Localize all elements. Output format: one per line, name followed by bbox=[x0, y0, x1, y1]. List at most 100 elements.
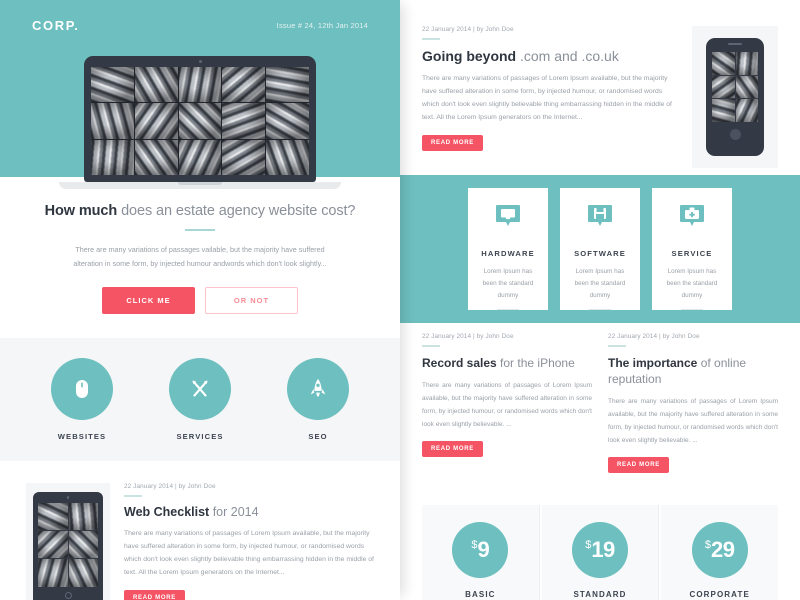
article-title-rest: for 2014 bbox=[209, 504, 259, 519]
article-title: Web Checklist for 2014 bbox=[124, 505, 374, 519]
article-meta: 22 January 2014 | by John Doe bbox=[124, 483, 216, 491]
medical-case-icon bbox=[679, 204, 705, 235]
price-amount: 19 bbox=[591, 537, 615, 562]
tablet-camera-icon bbox=[66, 496, 70, 499]
pitch-heading: How much does an estate agency website c… bbox=[30, 203, 370, 219]
read-more-button[interactable]: READ MORE bbox=[422, 134, 483, 151]
feature-card-service[interactable]: SERVICE Lorem Ipsum has been the standar… bbox=[652, 188, 732, 311]
article-meta: 22 January 2014 | by John Doe bbox=[422, 333, 514, 340]
top-article: 22 January 2014 | by John Doe Going beyo… bbox=[400, 0, 800, 168]
service-item-services[interactable]: SERVICES bbox=[154, 358, 246, 441]
feature-cards-section: HARDWARE Lorem Ipsum has been the standa… bbox=[400, 175, 800, 323]
card-text: Lorem Ipsum has been the standard dummy bbox=[482, 268, 534, 299]
feature-card-software[interactable]: SOFTWARE Lorem Ipsum has been the standa… bbox=[560, 188, 640, 311]
divider bbox=[124, 495, 142, 497]
pricing-section: $9 BASIC unlimited days $19 STANDARD unl… bbox=[400, 505, 800, 600]
article-title: Record sales for the iPhone bbox=[422, 355, 592, 371]
monitor-icon bbox=[495, 204, 521, 235]
phone-home-button-icon bbox=[729, 129, 741, 140]
click-me-button[interactable]: CLICK ME bbox=[102, 287, 195, 315]
service-label: SEO bbox=[308, 432, 328, 442]
pitch-heading-bold: How much bbox=[44, 203, 118, 219]
card-title: SOFTWARE bbox=[574, 249, 626, 258]
article-body: There are many variations of passages of… bbox=[422, 381, 592, 428]
laptop-screen-gallery bbox=[91, 67, 309, 175]
article-online-reputation: 22 January 2014 | by John Doe The import… bbox=[608, 333, 778, 473]
service-item-seo[interactable]: SEO bbox=[272, 358, 364, 441]
article-title-bold: The importance bbox=[608, 355, 698, 370]
price-badge: $29 bbox=[691, 522, 748, 578]
divider bbox=[422, 38, 440, 40]
hero-header: CORP. Issue # 24, 12th Jan 2014 bbox=[0, 0, 400, 33]
divider bbox=[497, 308, 519, 311]
floppy-disk-icon bbox=[587, 204, 613, 235]
plan-name: STANDARD bbox=[573, 590, 627, 599]
pricing-card-basic[interactable]: $9 BASIC unlimited days bbox=[422, 505, 540, 600]
pricing-card-corporate[interactable]: $29 CORPORATE unlimited days bbox=[661, 505, 779, 600]
phone-mockup bbox=[692, 26, 778, 168]
article-meta: 22 January 2014 | by John Doe bbox=[608, 333, 700, 340]
card-title: SERVICE bbox=[671, 249, 713, 258]
tablet-screen-gallery bbox=[38, 502, 98, 587]
divider bbox=[681, 308, 703, 311]
article-title-bold: Record sales bbox=[422, 355, 497, 370]
article-meta: 22 January 2014 | by John Doe bbox=[422, 26, 514, 33]
card-text: Lorem Ipsum has been the standard dummy bbox=[666, 268, 718, 299]
tools-icon bbox=[169, 358, 231, 421]
rocket-icon bbox=[287, 358, 349, 421]
pitch-section: How much does an estate agency website c… bbox=[0, 177, 400, 315]
divider bbox=[185, 229, 215, 231]
service-label: SERVICES bbox=[176, 432, 224, 442]
pitch-button-row: CLICK ME OR NOT bbox=[30, 287, 370, 315]
laptop-camera-icon bbox=[198, 60, 202, 63]
article-body: There are many variations of passages of… bbox=[422, 74, 672, 122]
read-more-button[interactable]: READ MORE bbox=[422, 440, 483, 457]
article-title: Going beyond .com and .co.uk bbox=[422, 48, 678, 64]
laptop-base bbox=[59, 182, 341, 189]
card-text: Lorem Ipsum has been the standard dummy bbox=[574, 268, 626, 299]
featured-article: 22 January 2014 | by John Doe Web Checkl… bbox=[0, 461, 400, 600]
pricing-card-standard[interactable]: $19 STANDARD unlimited days bbox=[541, 505, 660, 600]
laptop-lid bbox=[84, 56, 316, 182]
article-record-sales: 22 January 2014 | by John Doe Record sal… bbox=[422, 333, 592, 473]
feature-cards-row: HARDWARE Lorem Ipsum has been the standa… bbox=[400, 175, 800, 311]
service-item-websites[interactable]: WEBSITES bbox=[36, 358, 128, 441]
articles-grid: 22 January 2014 | by John Doe Record sal… bbox=[400, 333, 800, 473]
article-title-bold: Going beyond bbox=[422, 47, 517, 64]
plan-name: CORPORATE bbox=[689, 590, 750, 599]
price-amount: 9 bbox=[477, 537, 490, 562]
issue-label: Issue # 24, 12th Jan 2014 bbox=[276, 21, 368, 30]
divider bbox=[422, 345, 440, 347]
read-more-button[interactable]: READ MORE bbox=[608, 456, 669, 473]
article-title-rest: for the iPhone bbox=[496, 355, 575, 370]
price-badge: $9 bbox=[452, 522, 509, 578]
read-more-button[interactable]: READ MORE bbox=[124, 589, 185, 600]
price-badge: $19 bbox=[572, 522, 628, 578]
phone-screen-gallery bbox=[712, 52, 758, 122]
newsletter-template: CORP. Issue # 24, 12th Jan 2014 How much… bbox=[0, 0, 800, 600]
article-title: The importance of online reputation bbox=[608, 355, 778, 387]
right-column: 22 January 2014 | by John Doe Going beyo… bbox=[400, 0, 800, 600]
article-title-bold: Web Checklist bbox=[124, 504, 210, 519]
divider bbox=[589, 308, 611, 311]
feature-card-hardware[interactable]: HARDWARE Lorem Ipsum has been the standa… bbox=[468, 188, 548, 311]
plan-name: BASIC bbox=[465, 590, 496, 599]
card-title: HARDWARE bbox=[481, 249, 535, 258]
article-title-rest: .com and .co.uk bbox=[516, 47, 619, 64]
pitch-heading-rest: does an estate agency website cost? bbox=[117, 203, 356, 219]
tablet-mockup bbox=[26, 483, 110, 600]
pitch-body: There are many variations of passages va… bbox=[73, 245, 327, 269]
article-body: There are many variations of passages of… bbox=[608, 397, 778, 444]
mouse-icon bbox=[51, 358, 113, 421]
phone-speaker-icon bbox=[728, 43, 742, 45]
laptop-trackpad-notch bbox=[178, 182, 222, 185]
divider bbox=[608, 345, 626, 347]
or-not-button[interactable]: OR NOT bbox=[205, 287, 298, 315]
price-amount: 29 bbox=[710, 537, 735, 562]
service-label: WEBSITES bbox=[57, 432, 107, 442]
article-body: There are many variations of passages of… bbox=[124, 529, 374, 577]
brand-logo[interactable]: CORP. bbox=[32, 18, 80, 33]
tablet-home-button-icon bbox=[64, 591, 72, 599]
hero-section: CORP. Issue # 24, 12th Jan 2014 bbox=[0, 0, 400, 189]
services-section: WEBSITES SERVICES SEO bbox=[0, 338, 400, 462]
